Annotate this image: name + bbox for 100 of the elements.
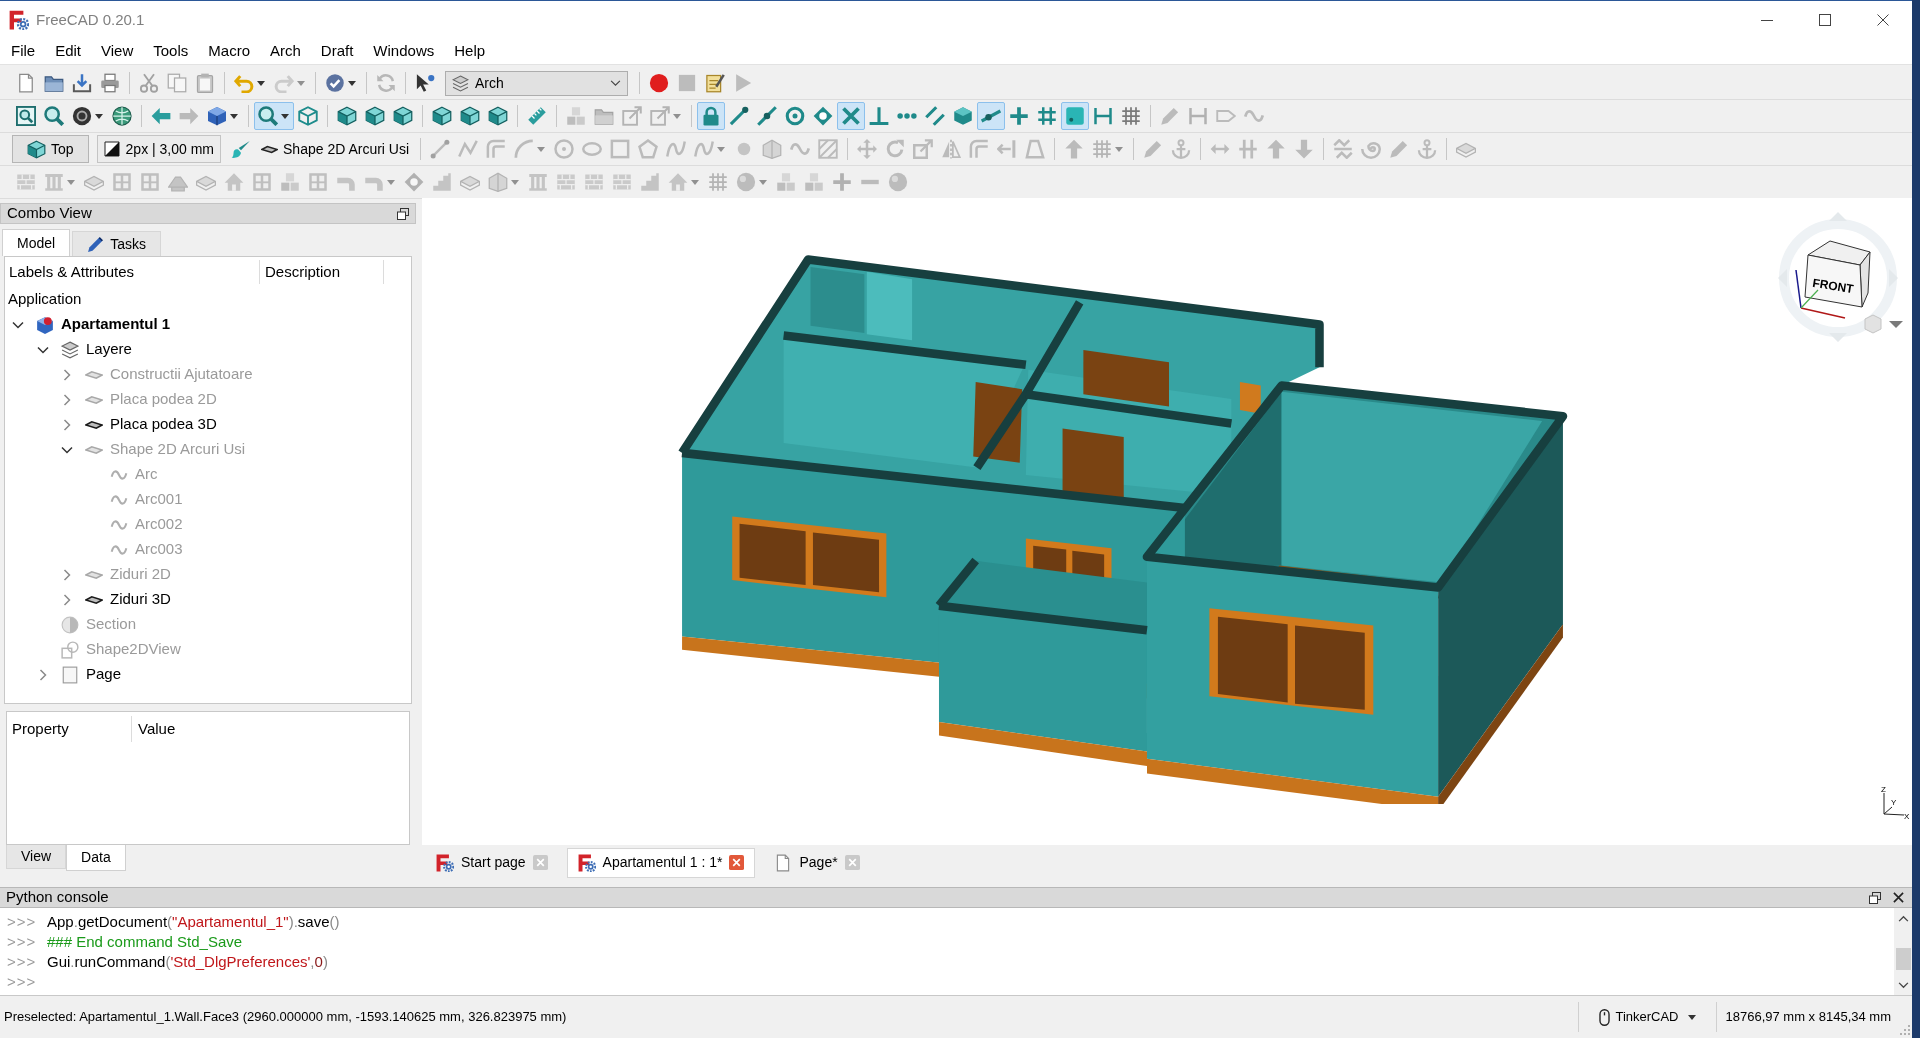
cube-face-icon xyxy=(393,106,413,126)
axis-label: X xyxy=(1904,812,1910,820)
window-title: FreeCAD 0.20.1 xyxy=(36,9,145,30)
play-icon xyxy=(733,73,753,93)
window-icon xyxy=(308,172,328,192)
scrollbar[interactable] xyxy=(1894,908,1912,995)
page-icon xyxy=(61,665,79,684)
tree-item[interactable]: Ziduri 3D xyxy=(110,588,171,611)
menu-item[interactable]: Tools xyxy=(143,39,199,64)
zigzag-icon xyxy=(1333,139,1354,159)
cube-face-icon xyxy=(460,106,480,126)
record-icon xyxy=(649,73,669,93)
tree-item[interactable]: Application xyxy=(8,288,82,311)
console-prompt: >>> xyxy=(7,971,38,992)
boxes-icon xyxy=(566,106,586,126)
panel-icon xyxy=(488,172,508,192)
target-icon xyxy=(785,106,805,126)
pen-icon xyxy=(1160,106,1180,126)
float-window-icon[interactable] xyxy=(397,207,409,220)
tree-item[interactable]: Layere xyxy=(86,338,132,361)
menu-item[interactable]: Draft xyxy=(310,39,364,64)
cube-icon xyxy=(207,106,227,126)
menu-item[interactable]: Windows xyxy=(363,39,445,64)
house-icon xyxy=(224,172,244,192)
lock-button[interactable] xyxy=(697,102,725,130)
cube-icon xyxy=(953,106,973,126)
navigation-style-dropdown[interactable]: TinkerCAD xyxy=(1579,1002,1716,1032)
console-code: App.getDocument("Apartamentul_1").save() xyxy=(47,911,340,932)
chevron-right-icon[interactable] xyxy=(61,593,73,606)
float-window-icon[interactable] xyxy=(1869,891,1881,904)
cube-face-icon xyxy=(27,139,46,159)
menu-item[interactable]: Arch xyxy=(260,39,311,64)
panel-tab[interactable]: Model xyxy=(2,229,71,256)
chevron-right-icon[interactable] xyxy=(61,368,73,381)
cube-face-label: FRONT xyxy=(1811,275,1855,297)
offset-icon xyxy=(486,139,507,159)
zoom-button[interactable] xyxy=(254,102,294,130)
working-plane-button[interactable]: Top xyxy=(12,135,89,163)
notepad-icon xyxy=(705,73,725,93)
cross-button[interactable] xyxy=(837,102,865,130)
caret-down-icon xyxy=(717,146,726,152)
scale-icon xyxy=(913,139,934,159)
arrow-right-icon xyxy=(179,106,199,126)
grid-icon xyxy=(1121,106,1141,126)
polyline-icon xyxy=(458,139,479,159)
document-tab[interactable]: Apartamentul 1 : 1* xyxy=(566,847,756,878)
chevron-right-icon[interactable] xyxy=(37,668,49,681)
app-logo-icon xyxy=(436,853,454,872)
rotation-ring[interactable] xyxy=(1778,212,1898,342)
view-menu-icon[interactable] xyxy=(1863,314,1905,334)
line-point-button[interactable] xyxy=(977,102,1005,130)
console-code: ### End command Std_Save xyxy=(47,931,243,952)
layers-icon xyxy=(452,74,469,92)
caret-down-icon xyxy=(511,179,519,185)
half-circle-icon xyxy=(61,615,79,634)
menu-item[interactable]: File xyxy=(1,39,46,64)
chevron-right-icon[interactable] xyxy=(61,418,73,431)
layer-button[interactable]: Shape 2D Arcuri Usi xyxy=(255,135,416,163)
line-style-button[interactable]: 2px | 3,00 mm xyxy=(96,135,222,163)
arc-icon xyxy=(514,139,535,159)
ruler-icon xyxy=(527,106,547,126)
tree-item[interactable]: Placa podea 3D xyxy=(110,413,217,436)
folder-icon xyxy=(44,73,64,93)
tree-item[interactable]: Page xyxy=(86,663,122,686)
hash-icon xyxy=(1037,106,1057,126)
chevron-right-icon[interactable] xyxy=(61,393,73,406)
cube-face-icon xyxy=(365,106,385,126)
caret-down-icon xyxy=(759,179,767,185)
close-icon[interactable] xyxy=(1893,892,1904,903)
column-header: Value xyxy=(137,718,176,739)
menu-item[interactable]: View xyxy=(91,39,144,64)
panel-tab[interactable]: View xyxy=(6,845,67,869)
redo-icon xyxy=(274,73,294,93)
panel-tab[interactable]: Data xyxy=(66,845,126,871)
undo-icon xyxy=(234,73,254,93)
stretch-icon xyxy=(997,139,1018,159)
chevron-down-icon[interactable] xyxy=(1897,982,1909,989)
arrow-down-icon xyxy=(1294,139,1315,159)
column-header: Labels & Attributes xyxy=(5,260,260,284)
resize-grip-icon[interactable] xyxy=(1900,1025,1910,1035)
window-icon xyxy=(252,172,272,192)
caret-down-icon xyxy=(673,113,681,119)
panel-tab[interactable]: Tasks xyxy=(72,231,161,256)
zoom-icon xyxy=(258,106,278,126)
square-button[interactable] xyxy=(1061,102,1089,130)
workbench-dropdown[interactable]: Arch xyxy=(445,70,628,96)
tree-item[interactable]: Apartamentul 1 xyxy=(61,313,171,336)
curve-icon xyxy=(694,139,715,159)
close-icon xyxy=(1877,14,1889,26)
clipboard-icon xyxy=(195,73,215,93)
navigation-cube[interactable] xyxy=(1804,240,1871,308)
minimize-icon xyxy=(1761,19,1773,21)
menu-item[interactable]: Help xyxy=(444,39,496,64)
chevron-right-icon[interactable] xyxy=(61,568,73,581)
menu-item[interactable]: Edit xyxy=(45,39,92,64)
pen-icon xyxy=(1143,139,1164,159)
menu-item[interactable]: Macro xyxy=(198,39,260,64)
chevron-up-icon[interactable] xyxy=(1897,915,1909,922)
layers-icon xyxy=(61,340,79,359)
scrollbar-thumb[interactable] xyxy=(1895,948,1911,970)
